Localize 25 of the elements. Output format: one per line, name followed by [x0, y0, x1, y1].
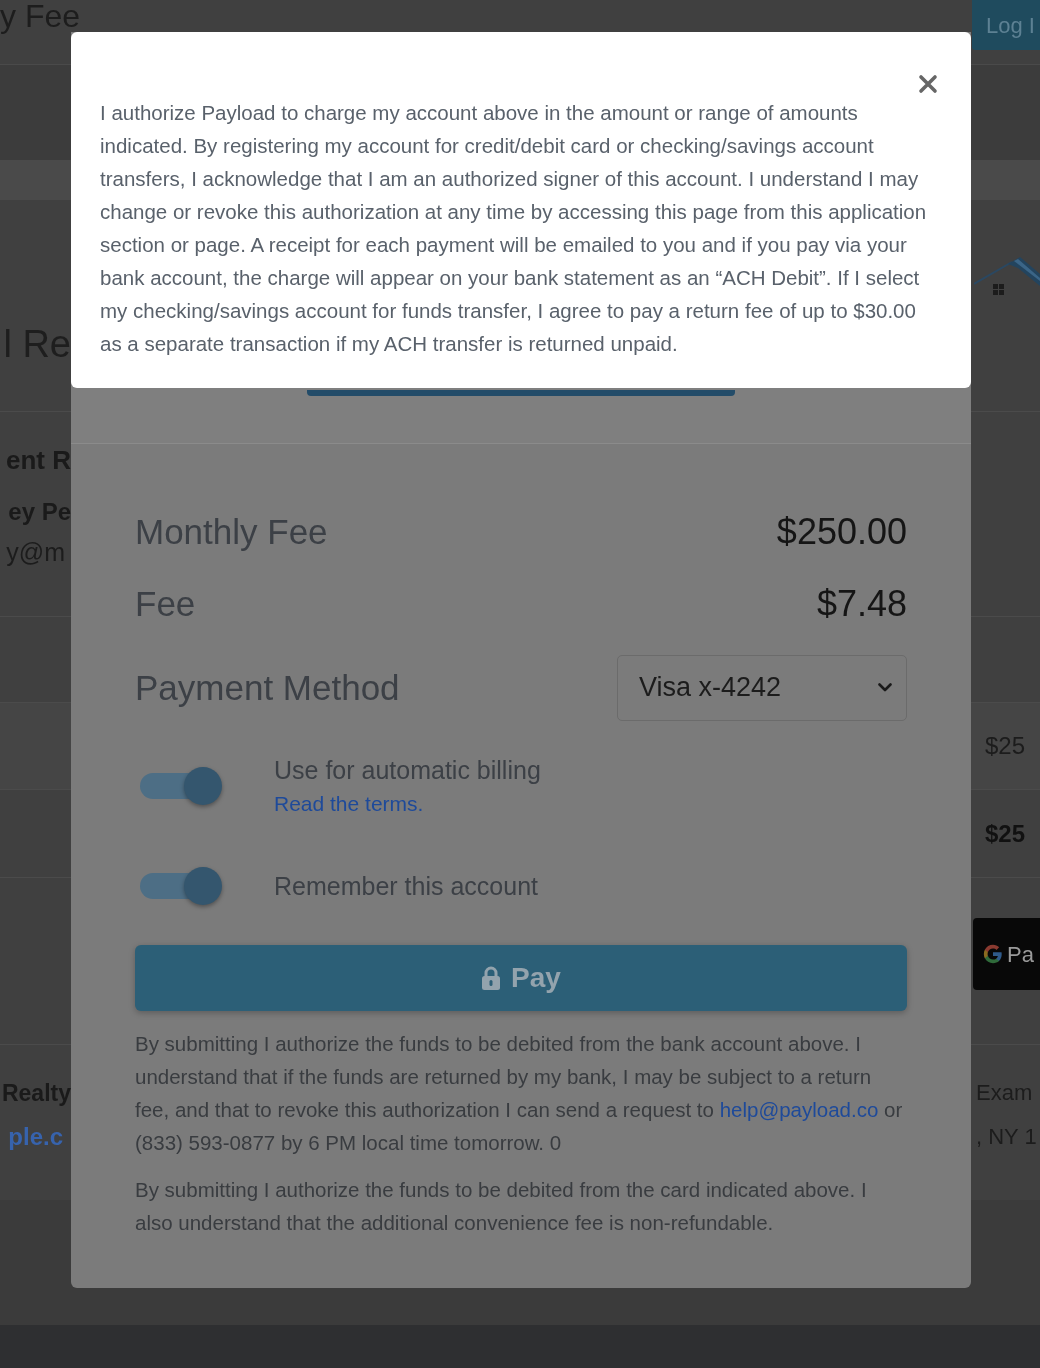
charge-label: Monthly Fee — [135, 511, 328, 553]
pay-button[interactable]: Pay — [135, 945, 907, 1011]
payment-button[interactable]: Pa — [973, 918, 1040, 990]
card-fee-note: By submitting I authorize the funds to be debited from the card indicated above. I also understand that the additional convenience fee is non-refundable. — [135, 1177, 868, 1236]
charge-amount: $7.48 — [816, 582, 907, 626]
payment-method-label: Payment Method — [135, 666, 400, 709]
g-logo-icon — [982, 943, 1004, 965]
toggle-switch[interactable] — [140, 767, 222, 805]
toggle-switch[interactable] — [140, 867, 222, 905]
authorization-note: By submitting I authorize the funds to be debited from the bank account above. I understand that if the funds are returned by my bank, I may be subject to a return fee, and that to revoke this authorization I can send a request to help@payload.co or (833) 593-0877 by 6 PM local time tomorrow. 0 — [135, 1031, 904, 1156]
lock-icon — [481, 966, 502, 990]
website-link[interactable]: ple.c — [8, 1122, 71, 1152]
close-button[interactable] — [916, 72, 940, 96]
authorization-text: I authorize Payload to charge my account above in the amount or range of amounts indicated. By registering my account for credit/debit card or checking/savings account transfers, I acknowledge that I am an authorized signer of this account. I understand I may change or revoke this authorization at any time by accessing this page from this application section or page. A receipt for each payment will be emailed to you and if you pay via your bank account, the charge will appear on your bank statement as an “ACH Debit”. If I select my checking/savings account for funds transfer, I agree to pay a return fee of up to $30.00 as a separate transaction if my ACH transfer is returned unpaid. — [100, 100, 928, 357]
email-link[interactable]: help@payload.co — [719, 1098, 879, 1121]
chevron-down-icon — [878, 683, 892, 692]
toggle-label: Use for automatic billing — [274, 755, 541, 786]
payment-method-select[interactable]: Visa x-4242 — [617, 654, 907, 721]
toggle-label: Remember this account — [274, 871, 538, 902]
login-button[interactable]: Log I — [972, 0, 1040, 50]
button-edge[interactable] — [306, 390, 735, 396]
close-icon — [918, 74, 938, 94]
charge-amount: $250.00 — [776, 510, 907, 554]
terms-link[interactable]: Read the terms. — [274, 790, 541, 818]
charge-label: Fee — [135, 583, 196, 625]
